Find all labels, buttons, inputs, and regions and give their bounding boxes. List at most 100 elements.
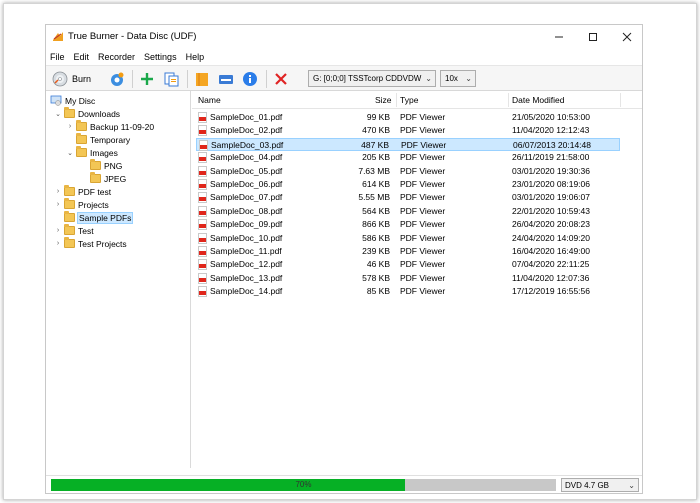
file-row[interactable]: SampleDoc_04.pdf 205 KB PDF Viewer 26/11/20…: [196, 151, 620, 164]
file-type: PDF Viewer: [400, 259, 446, 270]
disc-settings-button[interactable]: [109, 70, 125, 88]
pdf-file-icon: [198, 272, 207, 284]
maximize-button[interactable]: [576, 25, 610, 49]
file-row[interactable]: SampleDoc_11.pdf 239 KB PDF Viewer 16/04/20…: [196, 245, 620, 258]
folder-icon: [64, 211, 75, 222]
tree-node[interactable]: › Test: [54, 224, 94, 237]
tree-node[interactable]: Temporary: [66, 133, 130, 146]
column-header-name[interactable]: Name: [198, 95, 221, 105]
file-type: PDF Viewer: [400, 112, 446, 122]
drive-select-value: G: [0;0;0] TSSTcorp CDDVDW: [313, 74, 422, 83]
column-divider[interactable]: [508, 93, 509, 107]
column-divider[interactable]: [396, 93, 397, 107]
toolbar-separator: [266, 70, 267, 88]
file-row[interactable]: SampleDoc_10.pdf 586 KB PDF Viewer 24/04/20…: [196, 232, 620, 245]
menu-settings[interactable]: Settings: [144, 52, 177, 62]
tree-node[interactable]: My Disc: [50, 94, 95, 107]
toolbar-separator: [187, 70, 188, 88]
menu-help[interactable]: Help: [186, 52, 205, 62]
file-row[interactable]: SampleDoc_01.pdf 99 KB PDF Viewer 21/05/202…: [196, 111, 620, 124]
file-size: 85 KB: [366, 286, 390, 297]
menu-file[interactable]: File: [50, 52, 65, 62]
file-name: SampleDoc_09.pdf: [210, 219, 283, 230]
file-row[interactable]: SampleDoc_14.pdf 85 KB PDF Viewer 17/12/201…: [196, 285, 620, 298]
tree-node[interactable]: › PDF test: [54, 185, 111, 198]
tree-node[interactable]: Sample PDFs: [54, 211, 134, 224]
status-bar: 70% DVD 4.7 GB ⌄: [46, 475, 642, 493]
pdf-file-icon: [198, 246, 207, 257]
tree-node[interactable]: › Projects: [54, 198, 109, 211]
menu-recorder[interactable]: Recorder: [98, 52, 135, 62]
file-row[interactable]: SampleDoc_07.pdf 5.55 MB PDF Viewer 03/01/2…: [196, 191, 620, 204]
rename-button[interactable]: [218, 70, 234, 88]
file-row[interactable]: SampleDoc_02.pdf 470 KB PDF Viewer 11/04/20…: [196, 124, 620, 137]
chevron-right-icon[interactable]: ›: [54, 227, 62, 234]
tree-node[interactable]: › Test Projects: [54, 237, 127, 250]
file-size: 487 KB: [361, 139, 389, 150]
tree-node-label: PNG: [104, 160, 123, 171]
copy-button[interactable]: [163, 70, 179, 88]
file-size: 564 KB: [362, 205, 390, 216]
info-icon: [243, 72, 257, 86]
tree-node[interactable]: › Backup 11-09-20: [66, 120, 154, 133]
file-row[interactable]: SampleDoc_12.pdf 46 KB PDF Viewer 07/04/202…: [196, 258, 620, 271]
file-size: 586 KB: [362, 232, 390, 243]
file-row[interactable]: SampleDoc_05.pdf 7.63 MB PDF Viewer 03/01/2…: [196, 165, 620, 178]
disc-type-select[interactable]: DVD 4.7 GB ⌄: [561, 478, 639, 492]
minimize-button[interactable]: [542, 25, 576, 49]
menu-bar: File Edit Recorder Settings Help: [46, 49, 642, 65]
file-row[interactable]: SampleDoc_03.pdf 487 KB PDF Viewer 06/07/20…: [196, 137, 620, 151]
tree-node-label: Images: [90, 147, 118, 158]
chevron-down-icon[interactable]: ⌄: [54, 110, 62, 118]
file-size: 470 KB: [362, 125, 390, 136]
file-row[interactable]: SampleDoc_09.pdf 866 KB PDF Viewer 26/04/20…: [196, 218, 620, 231]
column-header-modified[interactable]: Date Modified: [512, 95, 564, 105]
column-divider[interactable]: [620, 93, 621, 107]
file-row[interactable]: SampleDoc_08.pdf 564 KB PDF Viewer 22/01/20…: [196, 205, 620, 218]
chevron-right-icon[interactable]: ›: [54, 201, 62, 208]
delete-button[interactable]: [273, 70, 289, 88]
file-size: 46 KB: [366, 259, 390, 270]
menu-edit[interactable]: Edit: [74, 52, 90, 62]
chevron-right-icon[interactable]: ›: [54, 240, 62, 247]
file-name: SampleDoc_06.pdf: [210, 179, 283, 189]
folder-icon: [90, 172, 101, 183]
speed-select[interactable]: 10x ⌄: [440, 70, 476, 87]
window-title: True Burner - Data Disc (UDF): [68, 31, 197, 42]
file-name: SampleDoc_11.pdf: [210, 246, 282, 256]
file-size: 866 KB: [362, 219, 390, 230]
pdf-file-icon: [198, 165, 207, 177]
file-type: PDF Viewer: [400, 286, 446, 297]
pdf-file-icon: [198, 205, 207, 217]
properties-button[interactable]: [242, 70, 258, 88]
folder-icon: [76, 146, 87, 157]
burn-button[interactable]: Burn: [52, 70, 91, 88]
folder-icon: [64, 224, 75, 235]
column-header-type[interactable]: Type: [400, 95, 418, 105]
close-button[interactable]: [610, 25, 644, 49]
file-size: 5.55 MB: [358, 192, 390, 203]
tree-node[interactable]: PNG: [80, 159, 122, 172]
column-header-size[interactable]: Size: [375, 95, 392, 105]
pdf-file-icon: [198, 152, 207, 164]
file-row[interactable]: SampleDoc_06.pdf 614 KB PDF Viewer 23/01/20…: [196, 178, 620, 191]
tree-node[interactable]: ⌄ Downloads: [54, 107, 120, 120]
title-bar: True Burner - Data Disc (UDF): [46, 25, 642, 49]
file-type: PDF Viewer: [400, 232, 446, 243]
disc-type-value: DVD 4.7 GB: [565, 480, 610, 490]
file-type: PDF Viewer: [400, 272, 446, 283]
new-folder-button[interactable]: [194, 70, 210, 88]
chevron-right-icon[interactable]: ›: [66, 123, 74, 130]
file-size: 7.63 MB: [358, 165, 390, 176]
file-modified: 11/04/2020 12:12:43: [512, 125, 590, 136]
tree-node[interactable]: ⌄ Images: [66, 146, 118, 159]
pdf-file-icon: [198, 112, 207, 123]
pdf-file-icon: [198, 259, 207, 271]
add-files-button[interactable]: [139, 70, 155, 88]
chevron-right-icon[interactable]: ›: [54, 188, 62, 195]
file-row[interactable]: SampleDoc_13.pdf 578 KB PDF Viewer 11/04/20…: [196, 272, 620, 285]
tree-node[interactable]: JPEG: [80, 172, 126, 185]
drive-select[interactable]: G: [0;0;0] TSSTcorp CDDVDW ⌄: [308, 70, 436, 87]
chevron-down-icon[interactable]: ⌄: [66, 149, 74, 157]
file-modified: 17/12/2019 16:55:56: [512, 286, 590, 297]
